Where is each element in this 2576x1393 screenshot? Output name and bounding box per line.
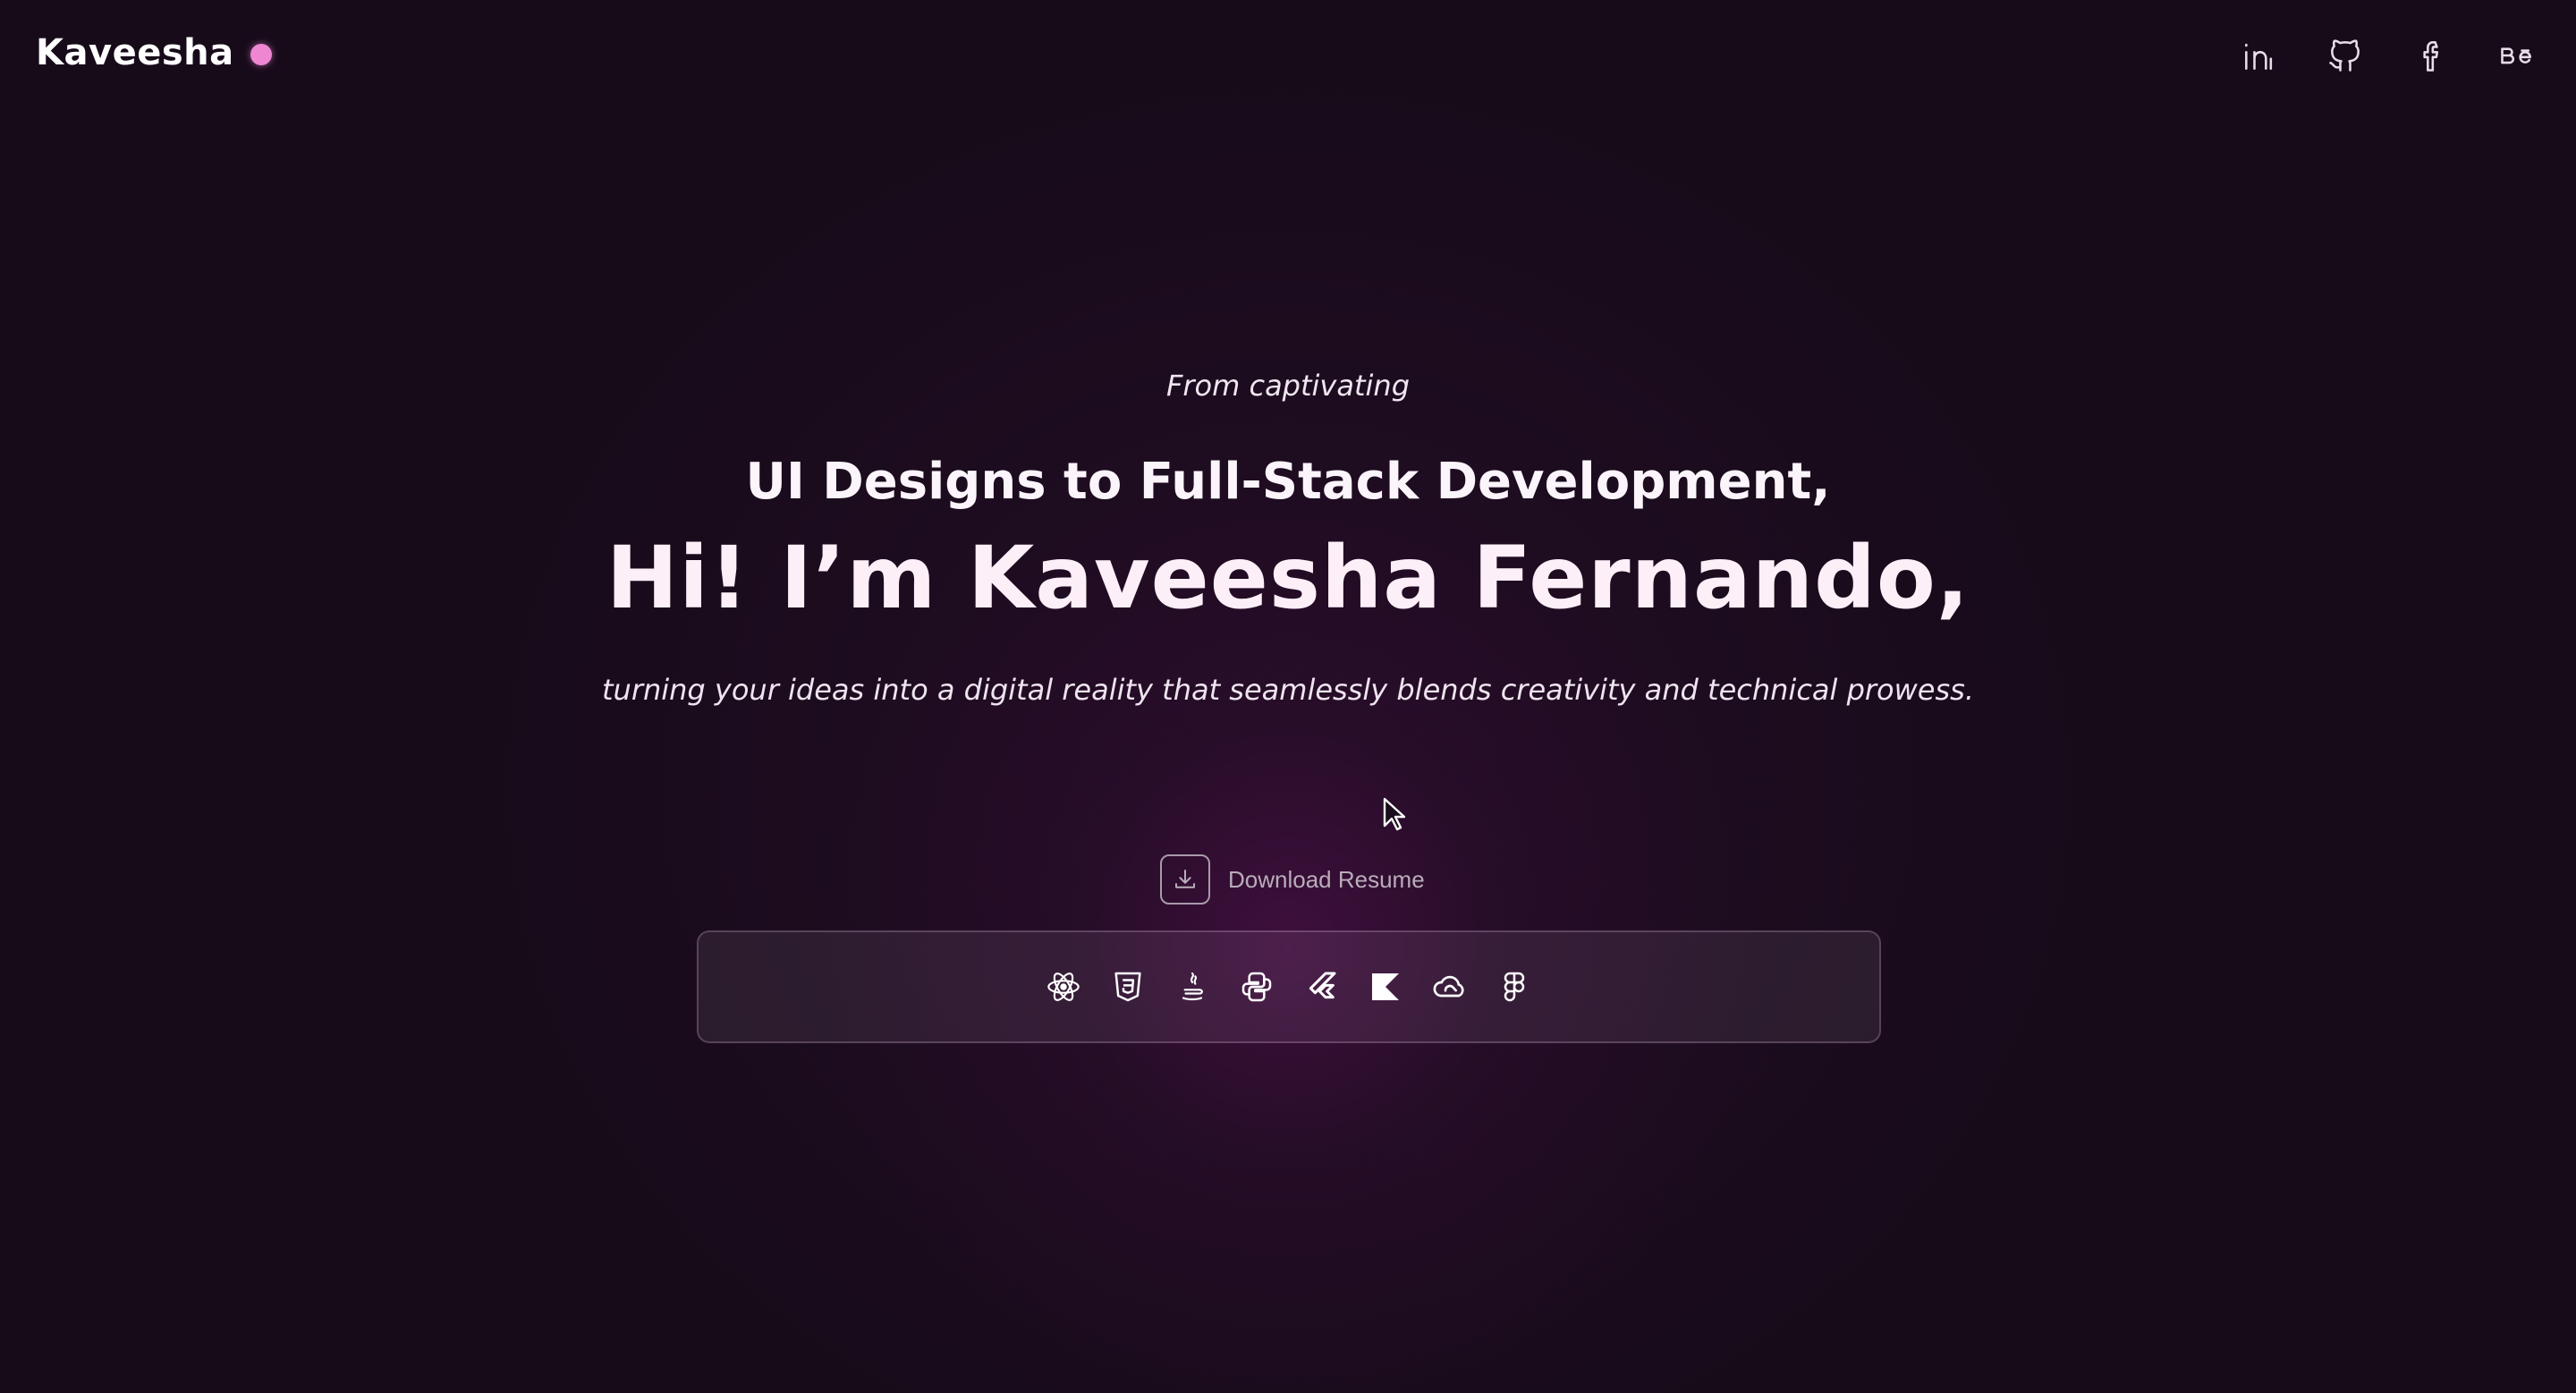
linkedin-icon bbox=[2240, 36, 2279, 79]
linkedin-link[interactable] bbox=[2236, 34, 2283, 81]
mouse-cursor-icon bbox=[1383, 797, 1406, 831]
download-resume-label: Download Resume bbox=[1228, 865, 1425, 893]
flutter-icon bbox=[1301, 967, 1341, 1007]
hero-headline: Hi! I’m Kaveesha Fernando, bbox=[606, 528, 1970, 628]
adobe-creative-cloud-icon bbox=[1430, 967, 1470, 1007]
css3-icon bbox=[1108, 967, 1148, 1007]
hero-subheadline: UI Designs to Full-Stack Development, bbox=[745, 453, 1831, 511]
hero-tagline: turning your ideas into a digital realit… bbox=[601, 673, 1974, 707]
top-nav: Kaveesha bbox=[0, 0, 2576, 116]
hero-intro: From captivating bbox=[1165, 369, 1410, 403]
social-links bbox=[2236, 34, 2540, 81]
facebook-link[interactable] bbox=[2408, 34, 2454, 81]
logo[interactable]: Kaveesha bbox=[36, 32, 272, 73]
behance-link[interactable] bbox=[2494, 34, 2540, 81]
tech-stack-bar bbox=[697, 930, 1881, 1043]
download-resume-button[interactable]: Download Resume bbox=[1160, 854, 1425, 905]
logo-text: Kaveesha bbox=[36, 32, 234, 73]
react-icon bbox=[1044, 967, 1083, 1007]
facebook-icon bbox=[2411, 36, 2451, 79]
python-icon bbox=[1237, 967, 1276, 1007]
github-link[interactable] bbox=[2322, 34, 2368, 81]
figma-icon bbox=[1495, 967, 1534, 1007]
download-icon bbox=[1160, 854, 1210, 905]
logo-dot bbox=[250, 44, 272, 65]
behance-icon bbox=[2497, 36, 2537, 79]
github-icon bbox=[2326, 36, 2365, 79]
java-icon bbox=[1173, 967, 1212, 1007]
kotlin-icon bbox=[1366, 967, 1405, 1007]
